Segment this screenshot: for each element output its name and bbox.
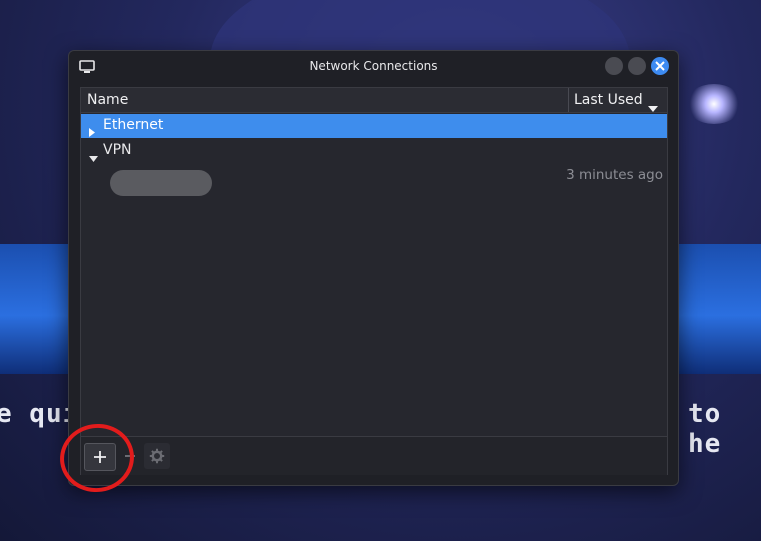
connections-list: Name Last Used Ethernet VPN 3 minutes ag… [80, 87, 668, 475]
column-header-last-used[interactable]: Last Used [574, 92, 643, 108]
gear-icon [149, 448, 165, 464]
connection-group-label: Ethernet [103, 117, 164, 133]
wallpaper-text-right: to he [688, 399, 722, 459]
bottom-toolbar [81, 436, 667, 475]
list-header: Name Last Used [81, 88, 667, 113]
wallpaper-glow [686, 84, 742, 124]
minimize-button[interactable] [605, 57, 623, 75]
wallpaper-logo-band-right [676, 244, 761, 374]
title-bar[interactable]: Network Connections [69, 51, 678, 81]
maximize-button[interactable] [628, 57, 646, 75]
connection-group-label: VPN [103, 142, 132, 158]
list-item-ethernet[interactable]: Ethernet [81, 114, 667, 138]
network-connections-window: Network Connections Name Last Used Ether… [68, 50, 679, 486]
column-header-name[interactable]: Name [87, 92, 128, 108]
window-title: Network Connections [309, 59, 438, 73]
list-item-vpn-connection[interactable]: 3 minutes ago [81, 164, 667, 196]
wallpaper-logo-band-left [0, 244, 70, 374]
redacted-connection-name [110, 170, 212, 196]
edit-connection-button[interactable] [144, 443, 170, 469]
close-button[interactable] [651, 57, 669, 75]
last-used-time: 3 minutes ago [566, 167, 663, 183]
list-item-vpn[interactable]: VPN [81, 139, 667, 163]
column-separator[interactable] [568, 88, 569, 112]
close-icon [655, 61, 665, 71]
